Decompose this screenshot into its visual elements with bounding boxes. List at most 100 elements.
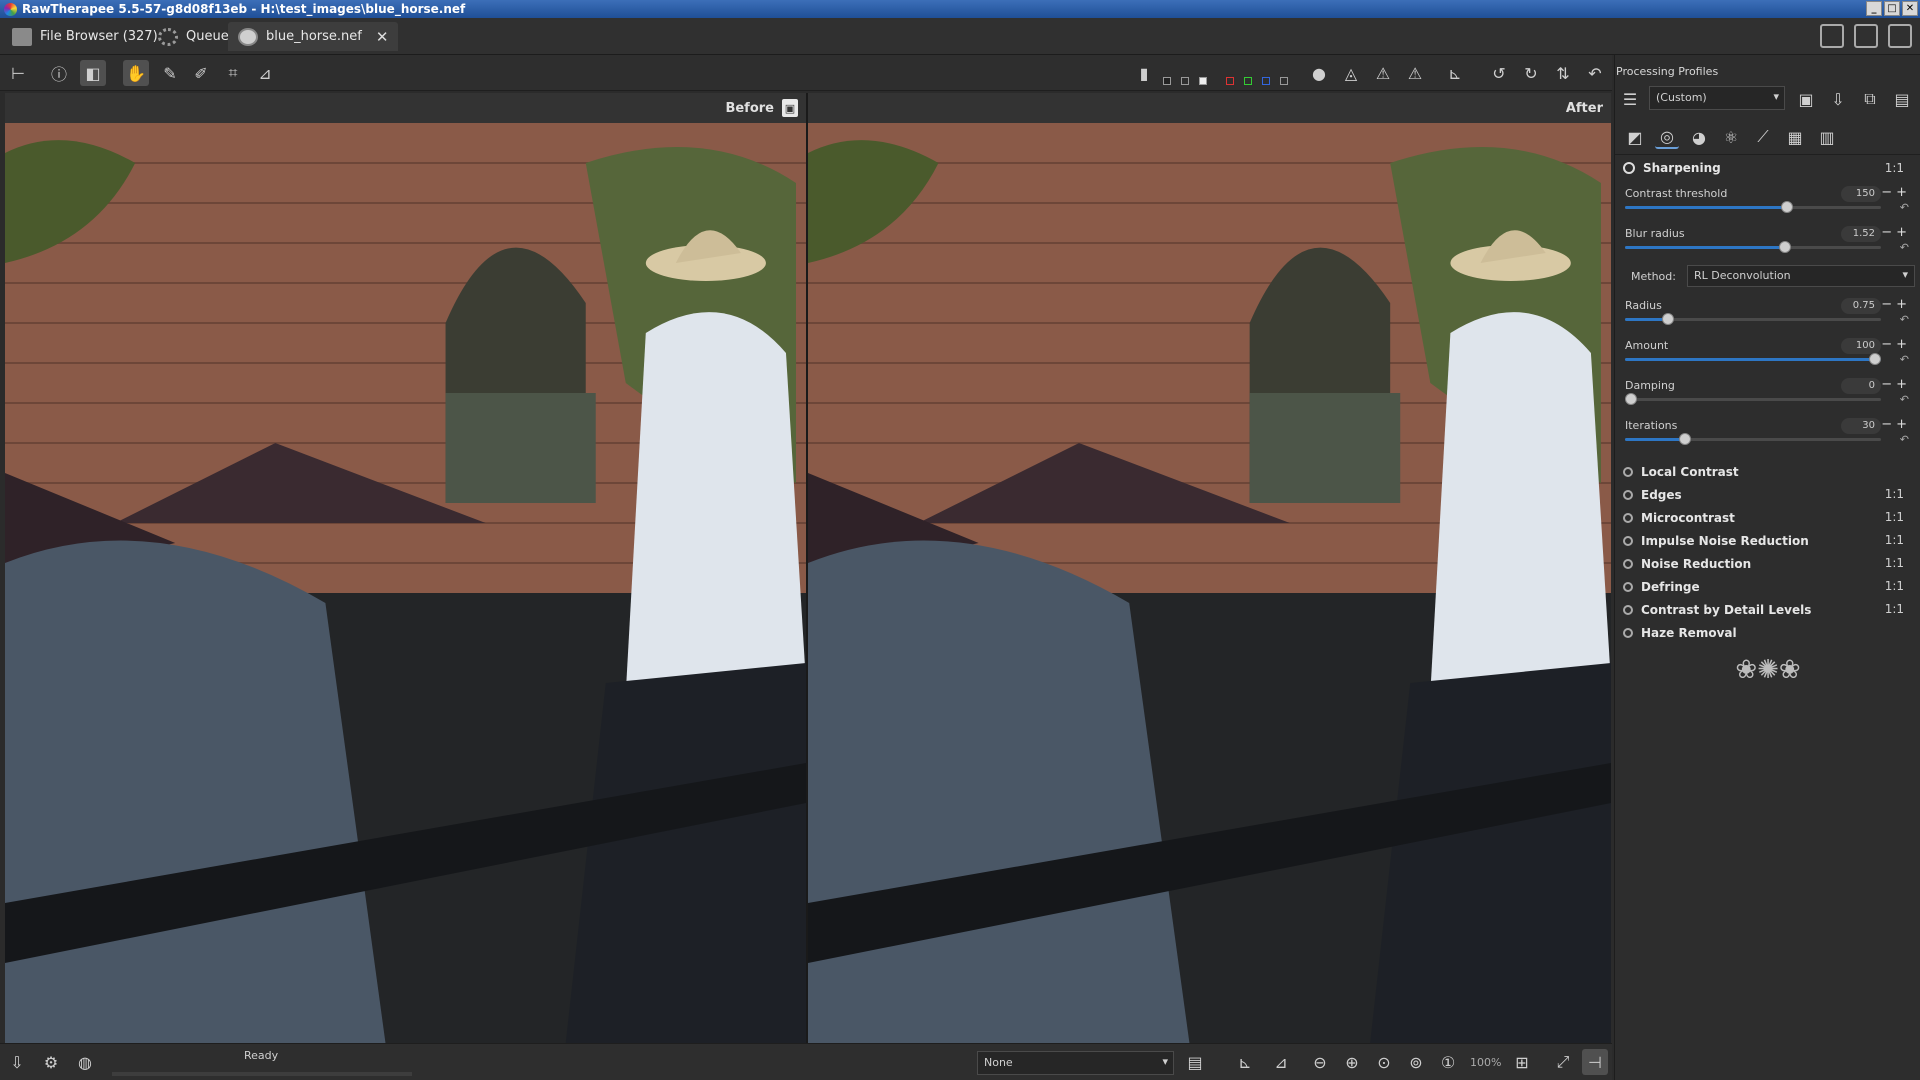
section-defringe[interactable]: Defringe bbox=[1623, 578, 1700, 596]
stepper-icon[interactable]: −+ bbox=[1881, 297, 1911, 312]
flip-icon[interactable]: ⇅ bbox=[1550, 60, 1576, 86]
tab-queue[interactable]: Queue bbox=[148, 22, 239, 51]
method-select[interactable]: RL Deconvolution bbox=[1687, 265, 1915, 287]
preview-mode-icon[interactable]: ▮ bbox=[1137, 60, 1151, 86]
preview-channel-gray-icon[interactable] bbox=[1181, 77, 1189, 85]
metadata-tab-icon[interactable]: ▥ bbox=[1815, 125, 1839, 149]
undo-icon[interactable]: ↶ bbox=[1582, 60, 1608, 86]
before-after-icon[interactable]: ◧ bbox=[80, 60, 106, 86]
power-icon[interactable] bbox=[1623, 162, 1635, 174]
preview-channel-black-icon[interactable] bbox=[1163, 77, 1171, 85]
save-image-icon[interactable]: ⇩ bbox=[4, 1049, 30, 1075]
fullscreen-viewer-icon[interactable]: ⤢ bbox=[1550, 1049, 1576, 1075]
preview-channel-blue-icon[interactable] bbox=[1262, 77, 1270, 85]
sharpening-header[interactable]: Sharpening bbox=[1623, 159, 1721, 177]
preview-channel-red-icon[interactable] bbox=[1226, 77, 1234, 85]
slider-track[interactable] bbox=[1625, 353, 1881, 365]
open-profile-icon[interactable]: ▣ bbox=[1793, 86, 1819, 112]
param-value[interactable]: 150 bbox=[1841, 186, 1881, 202]
after-image[interactable] bbox=[808, 123, 1611, 1043]
section-microcontrast[interactable]: Microcontrast bbox=[1623, 509, 1735, 527]
stepper-icon[interactable]: −+ bbox=[1881, 337, 1911, 352]
shadow-clip-warning-icon[interactable]: ⚠ bbox=[1402, 60, 1428, 86]
preview-channel-luminosity-icon[interactable] bbox=[1280, 77, 1288, 85]
detail-tab-icon[interactable]: ◎ bbox=[1655, 125, 1679, 149]
iterations-slider[interactable]: Iterations 30 −+ ↶ bbox=[1625, 417, 1915, 459]
section-edges[interactable]: Edges bbox=[1623, 486, 1682, 504]
reset-icon[interactable]: ↶ bbox=[1900, 313, 1909, 326]
panel-toggle-icon[interactable] bbox=[1854, 24, 1878, 48]
navigator-icon[interactable]: ▤ bbox=[1182, 1049, 1208, 1075]
send-to-editor-icon[interactable] bbox=[1820, 24, 1844, 48]
minimize-button[interactable]: _ bbox=[1866, 1, 1882, 16]
damping-slider[interactable]: Damping 0 −+ ↶ bbox=[1625, 377, 1915, 419]
stepper-icon[interactable]: −+ bbox=[1881, 225, 1911, 240]
reset-icon[interactable]: ↶ bbox=[1900, 241, 1909, 254]
radius-slider[interactable]: Radius 0.75 −+ ↶ bbox=[1625, 297, 1915, 339]
zoom-in-icon[interactable]: ⊕ bbox=[1339, 1049, 1365, 1075]
lens-profile-icon[interactable]: ⊾ bbox=[1442, 60, 1468, 86]
enable-toggle-icon[interactable] bbox=[1623, 536, 1633, 546]
raw-tab-icon[interactable]: ▦ bbox=[1783, 125, 1807, 149]
exposure-tab-icon[interactable]: ◩ bbox=[1623, 125, 1647, 149]
before-after-toggle-icon[interactable]: ⊾ bbox=[1232, 1049, 1258, 1075]
close-window-button[interactable]: ✕ bbox=[1902, 1, 1918, 16]
info-icon[interactable]: ⓘ bbox=[46, 60, 72, 86]
highlight-clip-warning-icon[interactable]: ⚠ bbox=[1370, 60, 1396, 86]
maximize-button[interactable]: □ bbox=[1884, 1, 1900, 16]
before-image[interactable] bbox=[5, 123, 806, 1043]
preview-channel-white-icon[interactable] bbox=[1199, 77, 1207, 85]
reset-icon[interactable]: ↶ bbox=[1900, 353, 1909, 366]
slider-track[interactable] bbox=[1625, 201, 1881, 213]
lock-icon[interactable]: ▣ bbox=[782, 99, 798, 117]
stepper-icon[interactable]: −+ bbox=[1881, 377, 1911, 392]
reset-icon[interactable]: ↶ bbox=[1900, 393, 1909, 406]
enable-toggle-icon[interactable] bbox=[1623, 605, 1633, 615]
slider-knob[interactable] bbox=[1778, 241, 1791, 253]
stepper-icon[interactable]: −+ bbox=[1881, 417, 1911, 432]
param-value[interactable]: 30 bbox=[1841, 418, 1881, 434]
param-value[interactable]: 1.52 bbox=[1841, 226, 1881, 242]
preview-select[interactable]: None bbox=[977, 1051, 1174, 1075]
section-haze-removal[interactable]: Haze Removal bbox=[1623, 624, 1737, 642]
param-value[interactable]: 100 bbox=[1841, 338, 1881, 354]
slider-track[interactable] bbox=[1625, 433, 1881, 445]
slider-knob[interactable] bbox=[1678, 433, 1691, 445]
right-panel-toggle-icon[interactable]: ⊣ bbox=[1582, 1049, 1608, 1075]
focus-mask-icon[interactable]: ● bbox=[1306, 60, 1332, 86]
zoom-fit-crop-icon[interactable]: ⊚ bbox=[1403, 1049, 1429, 1075]
slider-knob[interactable] bbox=[1625, 393, 1637, 405]
rotate-right-icon[interactable]: ↻ bbox=[1518, 60, 1544, 86]
copy-profile-icon[interactable]: ⧉ bbox=[1857, 86, 1883, 112]
save-profile-icon[interactable]: ⇩ bbox=[1825, 86, 1851, 112]
stepper-icon[interactable]: −+ bbox=[1881, 185, 1911, 200]
slider-track[interactable] bbox=[1625, 241, 1881, 253]
profile-list-icon[interactable]: ☰ bbox=[1617, 86, 1643, 112]
slider-track[interactable] bbox=[1625, 393, 1881, 405]
enable-toggle-icon[interactable] bbox=[1623, 559, 1633, 569]
enable-toggle-icon[interactable] bbox=[1623, 628, 1633, 638]
enable-toggle-icon[interactable] bbox=[1623, 490, 1633, 500]
enable-toggle-icon[interactable] bbox=[1623, 513, 1633, 523]
queue-add-icon[interactable]: ⚙ bbox=[38, 1049, 64, 1075]
param-value[interactable]: 0.75 bbox=[1841, 298, 1881, 314]
slider-track[interactable] bbox=[1625, 313, 1881, 325]
section-noise-reduction[interactable]: Noise Reduction bbox=[1623, 555, 1751, 573]
contrast-threshold-slider[interactable]: Contrast threshold 150 −+ ↶ bbox=[1625, 185, 1915, 227]
left-panel-toggle-icon[interactable]: ⊢ bbox=[5, 60, 31, 86]
hand-tool-icon[interactable]: ✋ bbox=[123, 60, 149, 86]
section-local-contrast[interactable]: Local Contrast bbox=[1623, 463, 1739, 481]
amount-slider[interactable]: Amount 100 −+ ↶ bbox=[1625, 337, 1915, 379]
color-picker-icon[interactable]: ✐ bbox=[188, 60, 214, 86]
tab-file-browser[interactable]: File Browser (327) bbox=[2, 22, 168, 51]
zoom-out-icon[interactable]: ⊖ bbox=[1307, 1049, 1333, 1075]
transform-tab-icon[interactable]: ⟋ bbox=[1751, 125, 1775, 149]
external-editor-icon[interactable]: ◍ bbox=[72, 1049, 98, 1075]
reset-icon[interactable]: ↶ bbox=[1900, 433, 1909, 446]
rotate-left-icon[interactable]: ↺ bbox=[1486, 60, 1512, 86]
profile-select[interactable]: (Custom) bbox=[1649, 86, 1785, 110]
new-detail-window-icon[interactable]: ⊞ bbox=[1509, 1049, 1535, 1075]
shadows-clip-icon[interactable]: ◬ bbox=[1338, 60, 1364, 86]
section-contrast-by-detail-levels[interactable]: Contrast by Detail Levels bbox=[1623, 601, 1811, 619]
enable-toggle-icon[interactable] bbox=[1623, 582, 1633, 592]
